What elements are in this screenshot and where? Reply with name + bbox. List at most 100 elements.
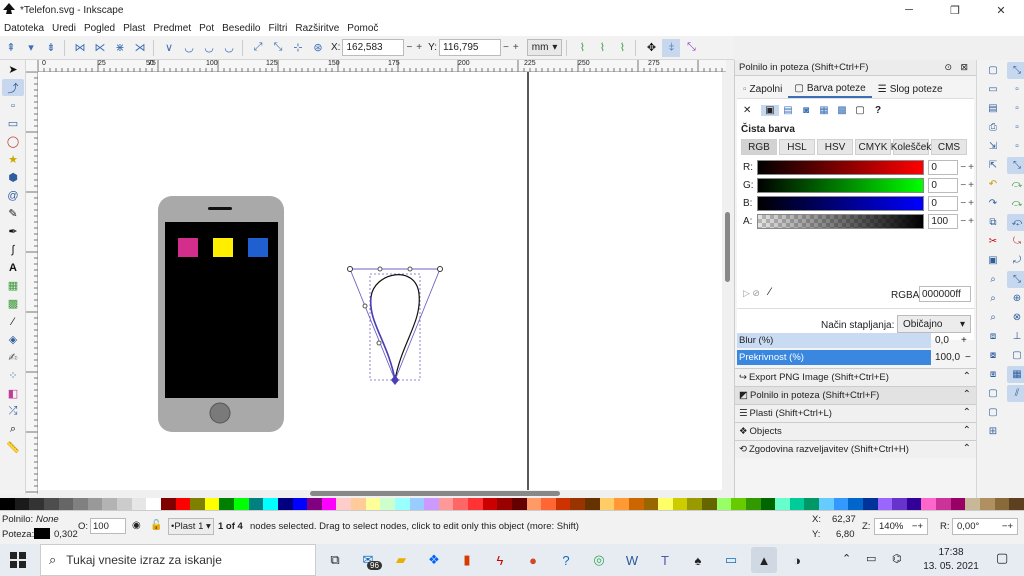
snap-bbox-edge-icon[interactable]: ▫ <box>1007 100 1024 117</box>
lightning-app-icon[interactable]: ϟ <box>487 547 513 573</box>
palette-swatch[interactable] <box>58 498 74 510</box>
dropper-tool-icon[interactable]: ⁄ <box>2 313 24 330</box>
palette-swatch[interactable] <box>702 498 717 510</box>
alpha-value[interactable]: 100 <box>928 213 959 229</box>
palette-swatch[interactable] <box>511 498 527 510</box>
current-layer-select[interactable]: •Plast 1 ▾ <box>168 518 214 535</box>
star-tool-icon[interactable]: ★ <box>2 151 24 168</box>
snap-intersections-icon[interactable]: ⤼ <box>1007 195 1024 212</box>
green-plus-icon[interactable]: + <box>968 180 974 191</box>
network-icon[interactable]: ⌬ <box>892 552 902 565</box>
clock-date[interactable]: 13. 05. 2021 <box>920 561 982 572</box>
blend-mode-select[interactable]: Običajno ▾ <box>897 315 971 333</box>
whiteboard-icon[interactable]: ▭ <box>718 547 744 573</box>
snap-smooth-nodes-icon[interactable]: ⤿ <box>1007 233 1024 250</box>
palette-swatch[interactable] <box>87 498 103 510</box>
palette-swatch[interactable] <box>789 498 805 510</box>
copy-icon[interactable]: ⧉ <box>983 214 1003 231</box>
save-icon[interactable]: ▤ <box>983 100 1003 117</box>
tweak-tool-icon[interactable]: ✍ <box>2 349 24 366</box>
snap-text-baseline-icon[interactable]: ⊥ <box>1007 328 1024 345</box>
palette-swatch[interactable] <box>877 498 893 510</box>
palette-swatch[interactable] <box>570 498 585 510</box>
tab-stroke-style[interactable]: ☰ Slog poteze <box>872 80 949 98</box>
palette-swatch[interactable] <box>424 498 439 510</box>
zoom-stepper-icon[interactable]: −+ <box>912 521 923 532</box>
palette-swatch[interactable] <box>438 498 454 510</box>
palette-swatch[interactable] <box>862 498 878 510</box>
snap-guide-icon[interactable]: ⫽ <box>1007 385 1024 402</box>
palette-swatch[interactable] <box>468 498 483 510</box>
vertical-scroll-thumb[interactable] <box>725 212 730 282</box>
palette-swatch[interactable] <box>102 498 117 510</box>
alpha-slider[interactable] <box>756 213 925 229</box>
linear-gradient-icon[interactable]: ▤ <box>779 105 797 116</box>
measure-tool-icon[interactable]: 📏 <box>2 439 24 456</box>
palette-swatch[interactable] <box>628 498 644 510</box>
snap-others-icon[interactable]: ⤡ <box>1007 271 1024 288</box>
object-to-path-icon[interactable]: ⊹ <box>289 39 307 57</box>
palette-swatch[interactable] <box>979 498 995 510</box>
tab-cms[interactable]: CMS <box>931 139 967 155</box>
unset-paint-icon[interactable]: ? <box>869 105 887 116</box>
palette-swatch[interactable] <box>672 498 688 510</box>
x-increment-icon[interactable]: + <box>416 42 422 53</box>
app-icon-blue[interactable] <box>248 238 268 257</box>
vertical-scrollbar[interactable] <box>722 72 734 490</box>
alpha-minus-icon[interactable]: − <box>960 216 966 227</box>
handle-node[interactable] <box>437 266 443 272</box>
teams-icon[interactable]: T <box>652 547 678 573</box>
snap-toggle-icon[interactable]: ⤡ <box>1007 62 1024 79</box>
zoom-page-icon[interactable]: ⌕ <box>983 309 1003 326</box>
palette-swatch[interactable] <box>0 498 15 510</box>
panel-float-icon[interactable]: ⊙ <box>944 62 952 73</box>
palette-swatch[interactable] <box>745 498 761 510</box>
palette-swatch[interactable] <box>175 498 191 510</box>
path-node[interactable] <box>376 340 382 346</box>
pen-tool-icon[interactable]: ✒ <box>2 223 24 240</box>
restore-button[interactable]: ❐ <box>932 0 978 20</box>
blur-slider[interactable]: Blur (%) <box>737 332 931 348</box>
handle-node[interactable] <box>407 266 413 272</box>
chrome-icon[interactable]: ◎ <box>586 547 612 573</box>
rotation-input[interactable]: 0,00° −+ <box>952 518 1018 535</box>
solitaire-icon[interactable]: ♠ <box>685 547 711 573</box>
undo-history-panel[interactable]: ⟲ Zgodovina razveljavitev (Shift+Ctrl+H) ⌃ <box>735 440 977 458</box>
battery-icon[interactable]: ▭ <box>866 552 876 565</box>
spray-tool-icon[interactable]: ⁘ <box>2 367 24 384</box>
x-input[interactable]: 162,583 <box>342 39 405 56</box>
text-tool-icon[interactable]: A <box>2 259 24 276</box>
3d-box-tool-icon[interactable]: ⬢ <box>2 169 24 186</box>
node-auto-icon[interactable]: ◡ <box>220 39 238 57</box>
palette-swatch[interactable] <box>146 498 161 510</box>
menu-extensions[interactable]: Razširitve <box>295 23 339 34</box>
minimize-button[interactable]: ─ <box>886 0 932 20</box>
opacity-indicator-input[interactable]: 100 <box>90 518 126 534</box>
delete-node-icon[interactable]: ⇟ <box>42 39 60 57</box>
zoom-input[interactable]: 140% −+ <box>874 518 928 535</box>
node-symmetric-icon[interactable]: ◡ <box>200 39 218 57</box>
palette-swatch[interactable] <box>482 498 498 510</box>
palette-swatch[interactable] <box>716 498 732 510</box>
snap-nodes-icon[interactable]: ⤡ <box>1007 157 1024 174</box>
radial-gradient-icon[interactable]: ◙ <box>797 105 815 116</box>
palette-swatch[interactable] <box>497 498 512 510</box>
lock-icon[interactable]: 🔓 <box>150 520 162 531</box>
tab-hsl[interactable]: HSL <box>779 139 815 155</box>
drawing-canvas[interactable] <box>38 72 722 490</box>
insert-node-icon[interactable]: ⇞ <box>2 39 20 57</box>
inkscape-taskbar-icon[interactable]: ▲ <box>751 547 777 573</box>
palette-swatch[interactable] <box>1009 498 1024 510</box>
menu-layer[interactable]: Plast <box>123 23 145 34</box>
snap-paths-icon[interactable]: ⤼ <box>1007 176 1024 193</box>
clock-time[interactable]: 17:38 <box>926 547 976 558</box>
menu-object[interactable]: Predmet <box>153 23 191 34</box>
phone-home-button[interactable] <box>209 402 231 424</box>
palette-swatch[interactable] <box>263 498 278 510</box>
palette-swatch[interactable] <box>117 498 132 510</box>
palette-swatch[interactable] <box>351 498 366 510</box>
apple-music-icon[interactable]: ◑ <box>784 547 810 573</box>
blue-value[interactable]: 0 <box>928 195 959 211</box>
paint-bucket-tool-icon[interactable]: ◈ <box>2 331 24 348</box>
export-icon[interactable]: ⇱ <box>983 157 1003 174</box>
